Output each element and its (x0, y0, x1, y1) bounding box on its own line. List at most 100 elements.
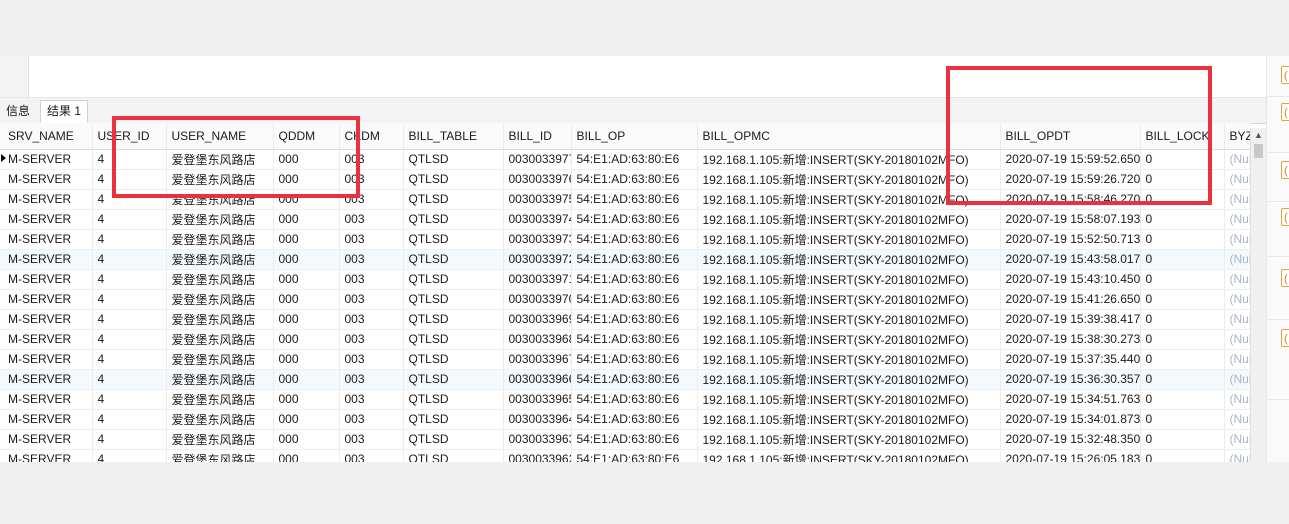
table-cell[interactable]: M-SERVER (0, 349, 93, 370)
table-cell[interactable]: 003 (339, 269, 404, 290)
table-cell[interactable]: 0030033963 (503, 429, 572, 450)
table-cell[interactable]: 000 (273, 309, 340, 330)
table-cell[interactable]: 0 (1140, 449, 1225, 462)
table-cell[interactable]: 2020-07-19 15:43:10.450 (1000, 269, 1141, 290)
table-cell[interactable]: 0030033971 (503, 269, 572, 290)
table-cell[interactable]: (Null) (1224, 209, 1250, 230)
table-cell[interactable]: (Null) (1224, 249, 1250, 270)
table-cell[interactable]: (Null) (1224, 329, 1250, 350)
table-cell[interactable]: 2020-07-19 15:43:58.017 (1000, 249, 1141, 270)
table-cell[interactable]: QTLSD (403, 289, 504, 310)
table-cell[interactable]: M-SERVER (0, 429, 93, 450)
table-cell[interactable]: 192.168.1.105:新增:INSERT(SKY-20180102MFO) (697, 429, 1001, 450)
table-cell[interactable]: 003 (339, 229, 404, 250)
table-cell[interactable]: 192.168.1.105:新增:INSERT(SKY-20180102MFO) (697, 449, 1001, 462)
object-icon[interactable]: ( (1281, 103, 1289, 121)
table-cell[interactable]: 000 (273, 329, 340, 350)
table-cell[interactable]: 4 (92, 249, 167, 270)
scrollbar-thumb[interactable] (1254, 144, 1263, 158)
table-cell[interactable]: (Null) (1224, 189, 1250, 210)
table-cell[interactable]: 0030033964 (503, 409, 572, 430)
table-cell[interactable]: 54:E1:AD:63:80:E6 (571, 449, 698, 462)
table-cell[interactable]: (Null) (1224, 369, 1250, 390)
table-cell[interactable]: 003 (339, 369, 404, 390)
table-cell[interactable]: 0030033969 (503, 309, 572, 330)
table-cell[interactable]: M-SERVER (0, 149, 93, 170)
table-cell[interactable]: 2020-07-19 15:26:05.183 (1000, 449, 1141, 462)
table-cell[interactable]: 003 (339, 429, 404, 450)
table-cell[interactable]: 192.168.1.105:新增:INSERT(SKY-20180102MFO) (697, 369, 1001, 390)
table-row[interactable]: M-SERVER 4 爱登堡东风路店 000 003 QTLSD 0030033968 54:… (0, 329, 1250, 350)
table-cell[interactable]: 192.168.1.105:新增:INSERT(SKY-20180102MFO) (697, 249, 1001, 270)
table-cell[interactable]: M-SERVER (0, 409, 93, 430)
column-header[interactable]: SRV_NAME (0, 123, 93, 150)
table-cell[interactable]: 54:E1:AD:63:80:E6 (571, 429, 698, 450)
table-cell[interactable]: 000 (273, 449, 340, 462)
table-cell[interactable]: QTLSD (403, 329, 504, 350)
table-cell[interactable]: (Null) (1224, 289, 1250, 310)
table-cell[interactable]: 192.168.1.105:新增:INSERT(SKY-20180102MFO) (697, 389, 1001, 410)
table-cell[interactable]: 爱登堡东风路店 (166, 369, 274, 390)
table-cell[interactable]: QTLSD (403, 269, 504, 290)
table-cell[interactable]: 000 (273, 229, 340, 250)
table-cell[interactable]: 4 (92, 309, 167, 330)
object-icon[interactable]: ( (1281, 66, 1289, 84)
table-cell[interactable]: 爱登堡东风路店 (166, 429, 274, 450)
table-cell[interactable]: 0 (1140, 269, 1225, 290)
table-cell[interactable]: 0030033974 (503, 209, 572, 230)
table-cell[interactable]: 000 (273, 349, 340, 370)
table-cell[interactable]: 2020-07-19 15:34:01.873 (1000, 409, 1141, 430)
table-cell[interactable]: 000 (273, 289, 340, 310)
table-cell[interactable]: 192.168.1.105:新增:INSERT(SKY-20180102MFO) (697, 229, 1001, 250)
table-cell[interactable]: 003 (339, 349, 404, 370)
table-cell[interactable]: 0030033976 (503, 169, 572, 190)
table-cell[interactable]: (Null) (1224, 169, 1250, 190)
table-cell[interactable]: QTLSD (403, 409, 504, 430)
table-cell[interactable]: 4 (92, 349, 167, 370)
table-cell[interactable]: 0 (1140, 369, 1225, 390)
table-cell[interactable]: 2020-07-19 15:34:51.763 (1000, 389, 1141, 410)
table-cell[interactable]: 4 (92, 389, 167, 410)
table-cell[interactable]: 4 (92, 409, 167, 430)
table-cell[interactable]: 192.168.1.105:新增:INSERT(SKY-20180102MFO) (697, 409, 1001, 430)
table-cell[interactable]: 0 (1140, 429, 1225, 450)
table-cell[interactable]: 0 (1140, 349, 1225, 370)
table-cell[interactable]: QTLSD (403, 229, 504, 250)
table-cell[interactable]: (Null) (1224, 269, 1250, 290)
table-cell[interactable]: M-SERVER (0, 309, 93, 330)
table-cell[interactable]: 0030033972 (503, 249, 572, 270)
table-cell[interactable]: QTLSD (403, 449, 504, 462)
table-cell[interactable]: (Null) (1224, 349, 1250, 370)
table-cell[interactable]: QTLSD (403, 369, 504, 390)
table-cell[interactable]: 0030033965 (503, 389, 572, 410)
table-cell[interactable]: (Null) (1224, 409, 1250, 430)
table-cell[interactable]: 003 (339, 309, 404, 330)
table-cell[interactable]: 54:E1:AD:63:80:E6 (571, 329, 698, 350)
table-cell[interactable]: 54:E1:AD:63:80:E6 (571, 369, 698, 390)
table-row[interactable]: M-SERVER 4 爱登堡东风路店 000 003 QTLSD 0030033972 54:… (0, 249, 1250, 270)
table-cell[interactable]: 54:E1:AD:63:80:E6 (571, 209, 698, 230)
table-cell[interactable]: (Null) (1224, 229, 1250, 250)
table-cell[interactable]: 000 (273, 249, 340, 270)
table-cell[interactable]: 0030033968 (503, 329, 572, 350)
table-row[interactable]: M-SERVER 4 爱登堡东风路店 000 003 QTLSD 0030033969 54:… (0, 309, 1250, 330)
table-row[interactable]: M-SERVER 4 爱登堡东风路店 000 003 QTLSD 0030033966 54:… (0, 369, 1250, 390)
table-cell[interactable]: 0 (1140, 329, 1225, 350)
table-cell[interactable]: 2020-07-19 15:41:26.650 (1000, 289, 1141, 310)
table-cell[interactable]: 003 (339, 389, 404, 410)
table-cell[interactable]: 0 (1140, 249, 1225, 270)
table-cell[interactable]: 000 (273, 369, 340, 390)
table-cell[interactable]: 54:E1:AD:63:80:E6 (571, 409, 698, 430)
table-cell[interactable]: 爱登堡东风路店 (166, 229, 274, 250)
table-cell[interactable]: 003 (339, 409, 404, 430)
table-cell[interactable]: 0 (1140, 409, 1225, 430)
table-cell[interactable]: 爱登堡东风路店 (166, 209, 274, 230)
table-cell[interactable]: 爱登堡东风路店 (166, 349, 274, 370)
table-row[interactable]: M-SERVER 4 爱登堡东风路店 000 003 QTLSD 0030033965 54:… (0, 389, 1250, 410)
table-cell[interactable]: M-SERVER (0, 189, 93, 210)
table-cell[interactable]: QTLSD (403, 429, 504, 450)
table-cell[interactable]: QTLSD (403, 209, 504, 230)
table-cell[interactable]: 000 (273, 409, 340, 430)
table-cell[interactable]: 爱登堡东风路店 (166, 269, 274, 290)
table-cell[interactable]: 000 (273, 429, 340, 450)
